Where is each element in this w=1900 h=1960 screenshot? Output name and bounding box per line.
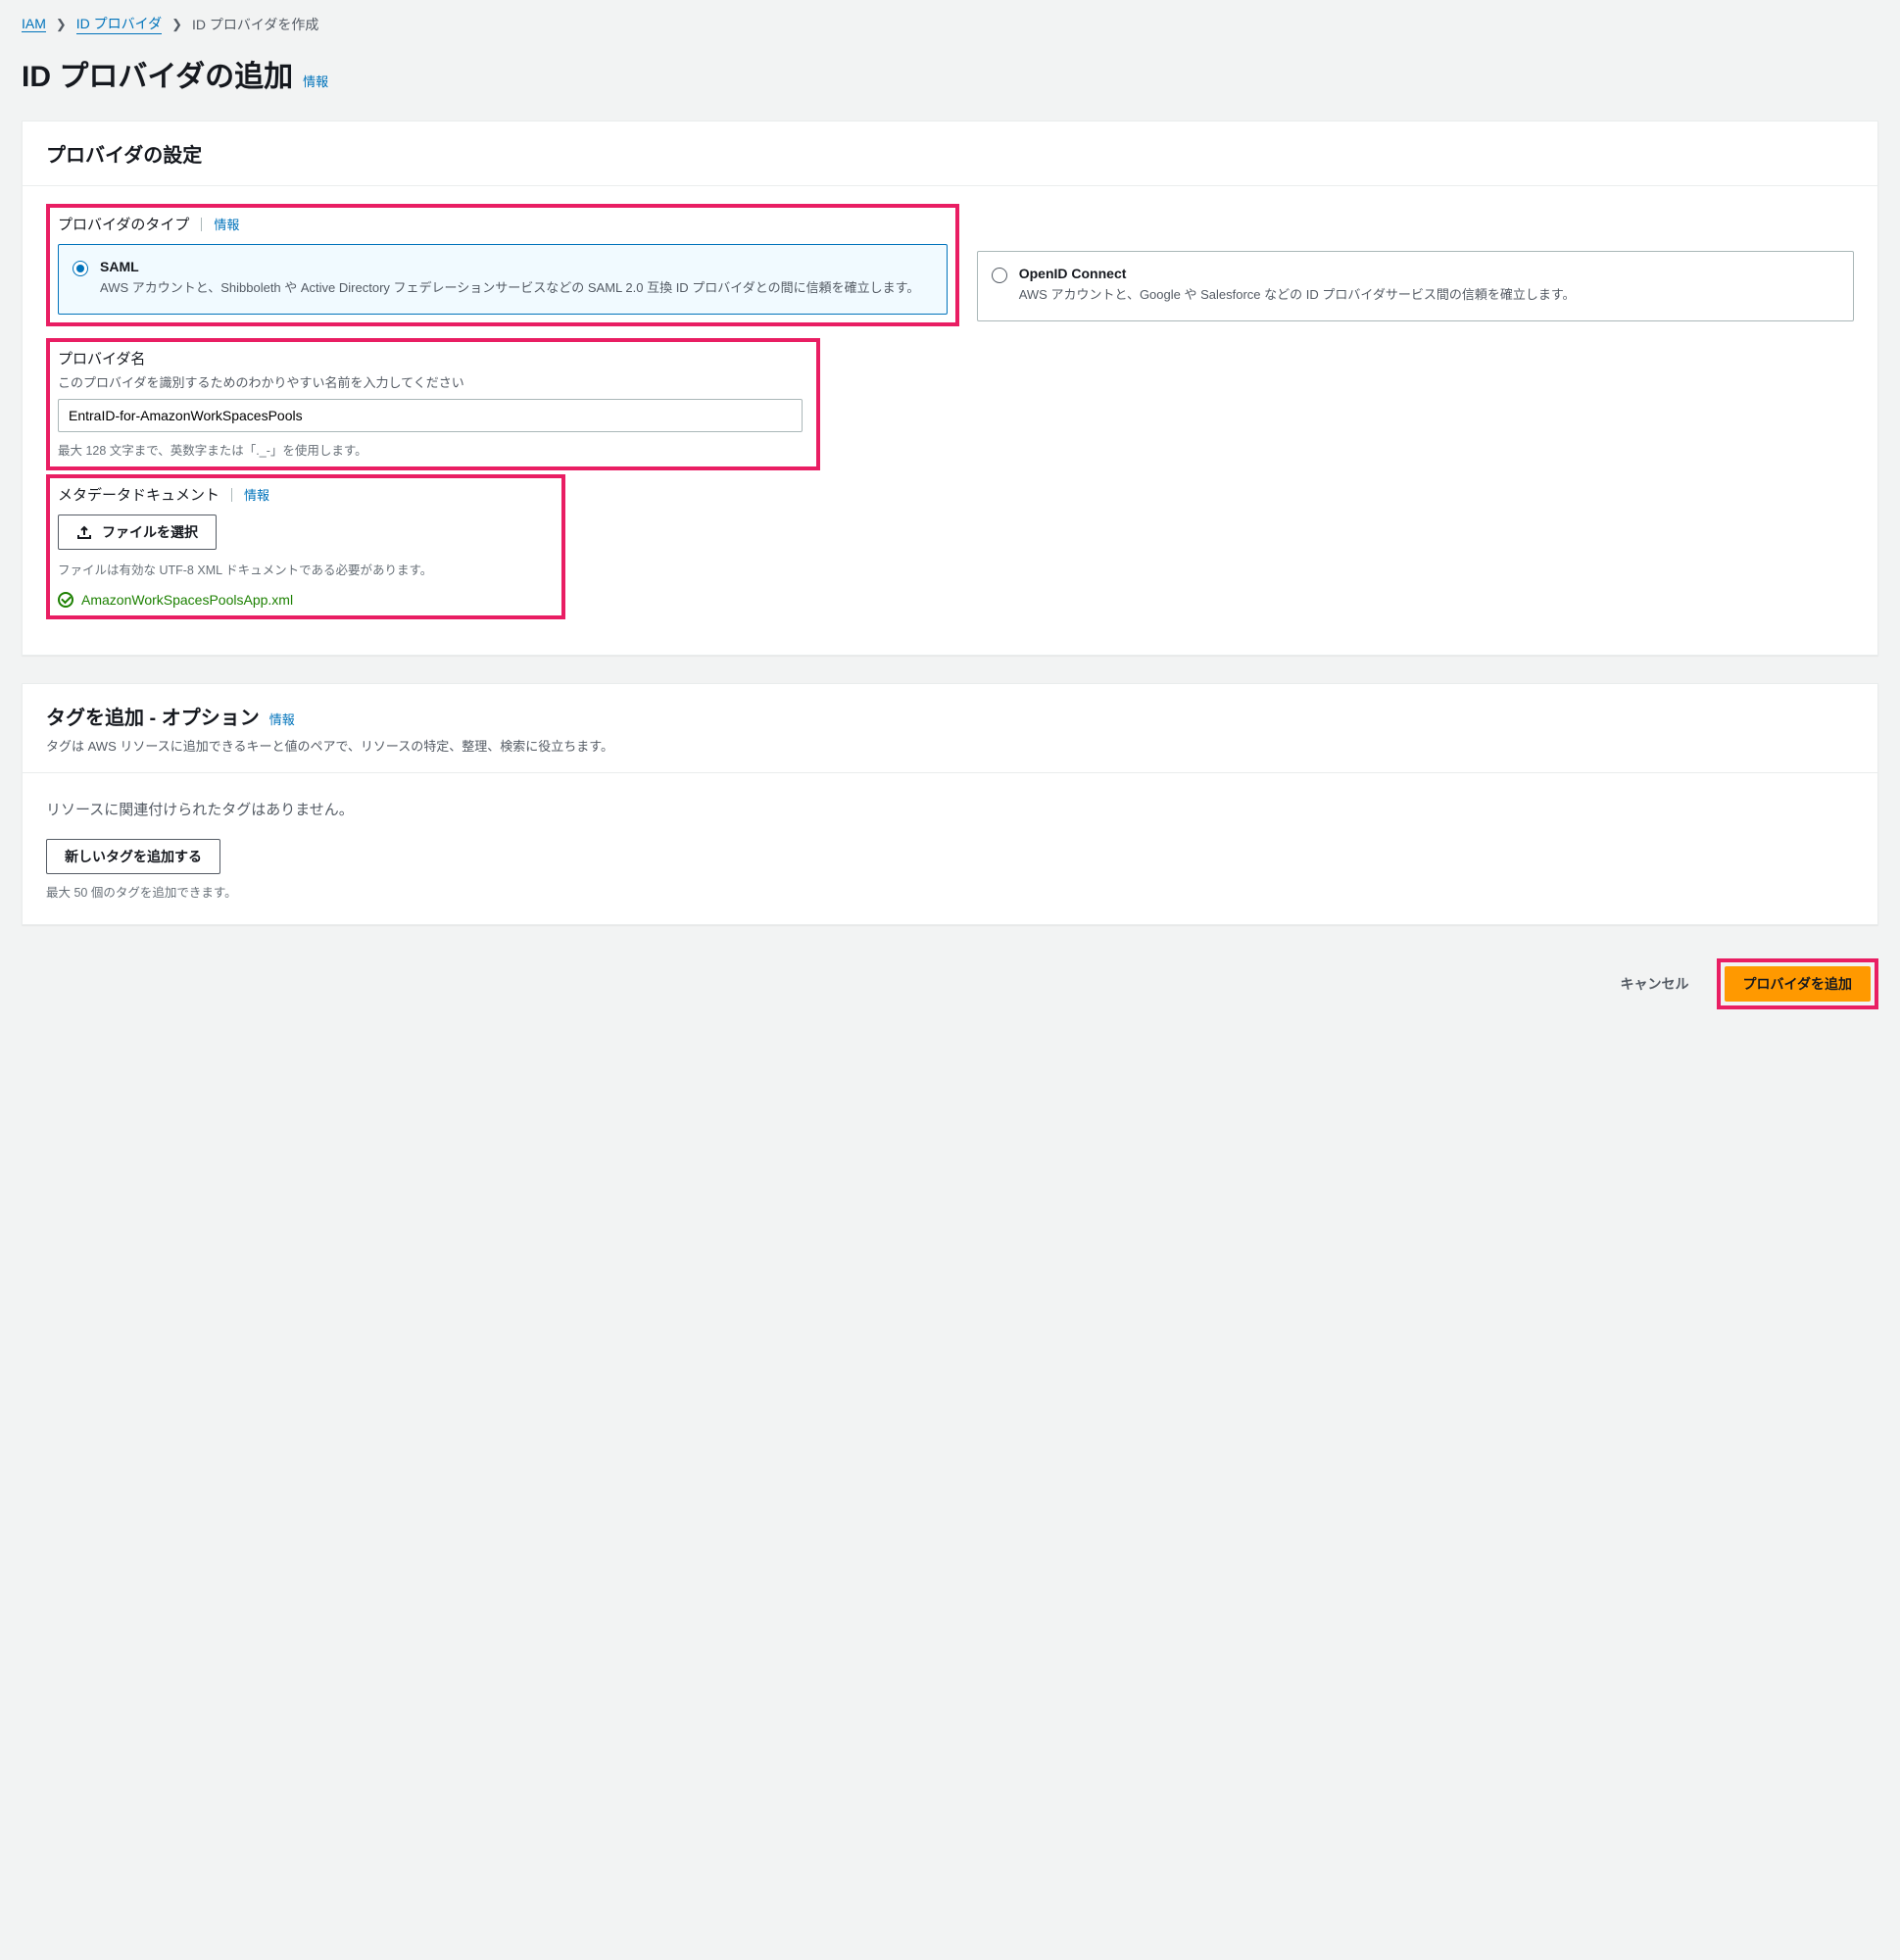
metadata-info-link[interactable]: 情報	[244, 485, 269, 504]
radio-icon	[992, 268, 1007, 283]
metadata-label-row: メタデータドキュメント 情報	[58, 484, 554, 505]
add-provider-button[interactable]: プロバイダを追加	[1725, 966, 1871, 1002]
openid-tile-desc: AWS アカウントと、Google や Salesforce などの ID プロ…	[1019, 285, 1576, 305]
provider-type-label-row: プロバイダのタイプ 情報	[58, 214, 948, 234]
provider-name-constraint: 最大 128 文字まで、英数字または「._-」を使用します。	[58, 440, 808, 459]
breadcrumb-providers[interactable]: ID プロバイダ	[76, 14, 162, 34]
tags-panel: タグを追加 - オプション 情報 タグは AWS リソースに追加できるキーと値の…	[22, 683, 1878, 925]
breadcrumb-iam[interactable]: IAM	[22, 16, 46, 32]
saml-tile-title: SAML	[100, 259, 919, 274]
page-title: ID プロバイダの追加	[22, 52, 293, 95]
highlight-metadata: メタデータドキュメント 情報 ファイルを選択 ファイルは有効な UTF-8 XM…	[46, 474, 565, 619]
highlight-submit: プロバイダを追加	[1717, 958, 1878, 1009]
provider-name-desc: このプロバイダを識別するためのわかりやすい名前を入力してください	[58, 372, 808, 391]
provider-config-title: プロバイダの設定	[46, 139, 1854, 168]
add-tag-label: 新しいタグを追加する	[65, 847, 202, 866]
tags-constraint: 最大 50 個のタグを追加できます。	[46, 882, 1854, 901]
highlight-provider-type: プロバイダのタイプ 情報 SAML AWS アカウントと、Shibboleth …	[46, 204, 959, 326]
provider-type-openid-tile[interactable]: OpenID Connect AWS アカウントと、Google や Sales…	[977, 251, 1854, 321]
breadcrumb-current: ID プロバイダを作成	[192, 15, 318, 34]
add-provider-label: プロバイダを追加	[1743, 974, 1852, 994]
divider	[231, 488, 232, 502]
provider-type-label: プロバイダのタイプ	[58, 214, 189, 234]
check-circle-icon	[58, 592, 73, 608]
tags-info-link[interactable]: 情報	[269, 710, 295, 728]
page-title-info-link[interactable]: 情報	[303, 72, 328, 90]
breadcrumb: IAM ❯ ID プロバイダ ❯ ID プロバイダを作成	[22, 14, 1878, 34]
uploaded-file-name: AmazonWorkSpacesPoolsApp.xml	[81, 592, 293, 608]
choose-file-button[interactable]: ファイルを選択	[58, 514, 217, 550]
chevron-right-icon: ❯	[171, 17, 182, 32]
cancel-button[interactable]: キャンセル	[1607, 967, 1703, 1001]
radio-icon	[73, 261, 88, 276]
metadata-file-hint: ファイルは有効な UTF-8 XML ドキュメントである必要があります。	[58, 560, 554, 578]
divider	[201, 218, 202, 231]
action-row: キャンセル プロバイダを追加	[22, 953, 1878, 1009]
add-tag-button[interactable]: 新しいタグを追加する	[46, 839, 220, 874]
chevron-right-icon: ❯	[56, 17, 67, 32]
openid-tile-title: OpenID Connect	[1019, 266, 1576, 281]
upload-icon	[76, 524, 92, 540]
uploaded-file-status: AmazonWorkSpacesPoolsApp.xml	[58, 592, 554, 608]
provider-name-input[interactable]	[58, 399, 803, 432]
provider-config-panel: プロバイダの設定 プロバイダのタイプ 情報 SAML AWS アカウントと、Sh…	[22, 121, 1878, 656]
highlight-provider-name: プロバイダ名 このプロバイダを識別するためのわかりやすい名前を入力してください …	[46, 338, 820, 470]
choose-file-label: ファイルを選択	[102, 522, 198, 542]
provider-type-info-link[interactable]: 情報	[214, 215, 239, 233]
provider-config-header: プロバイダの設定	[23, 122, 1877, 186]
tags-empty-text: リソースに関連付けられたタグはありません。	[46, 791, 1854, 839]
tags-desc: タグは AWS リソースに追加できるキーと値のペアで、リソースの特定、整理、検索…	[46, 736, 1854, 755]
tags-title: タグを追加 - オプション	[46, 702, 260, 730]
provider-type-saml-tile[interactable]: SAML AWS アカウントと、Shibboleth や Active Dire…	[58, 244, 948, 315]
metadata-label: メタデータドキュメント	[58, 484, 219, 505]
provider-name-label: プロバイダ名	[58, 348, 808, 368]
cancel-label: キャンセル	[1621, 974, 1689, 994]
saml-tile-desc: AWS アカウントと、Shibboleth や Active Directory…	[100, 278, 919, 298]
page-title-row: ID プロバイダの追加 情報	[22, 52, 1878, 95]
tags-header: タグを追加 - オプション 情報 タグは AWS リソースに追加できるキーと値の…	[23, 684, 1877, 773]
